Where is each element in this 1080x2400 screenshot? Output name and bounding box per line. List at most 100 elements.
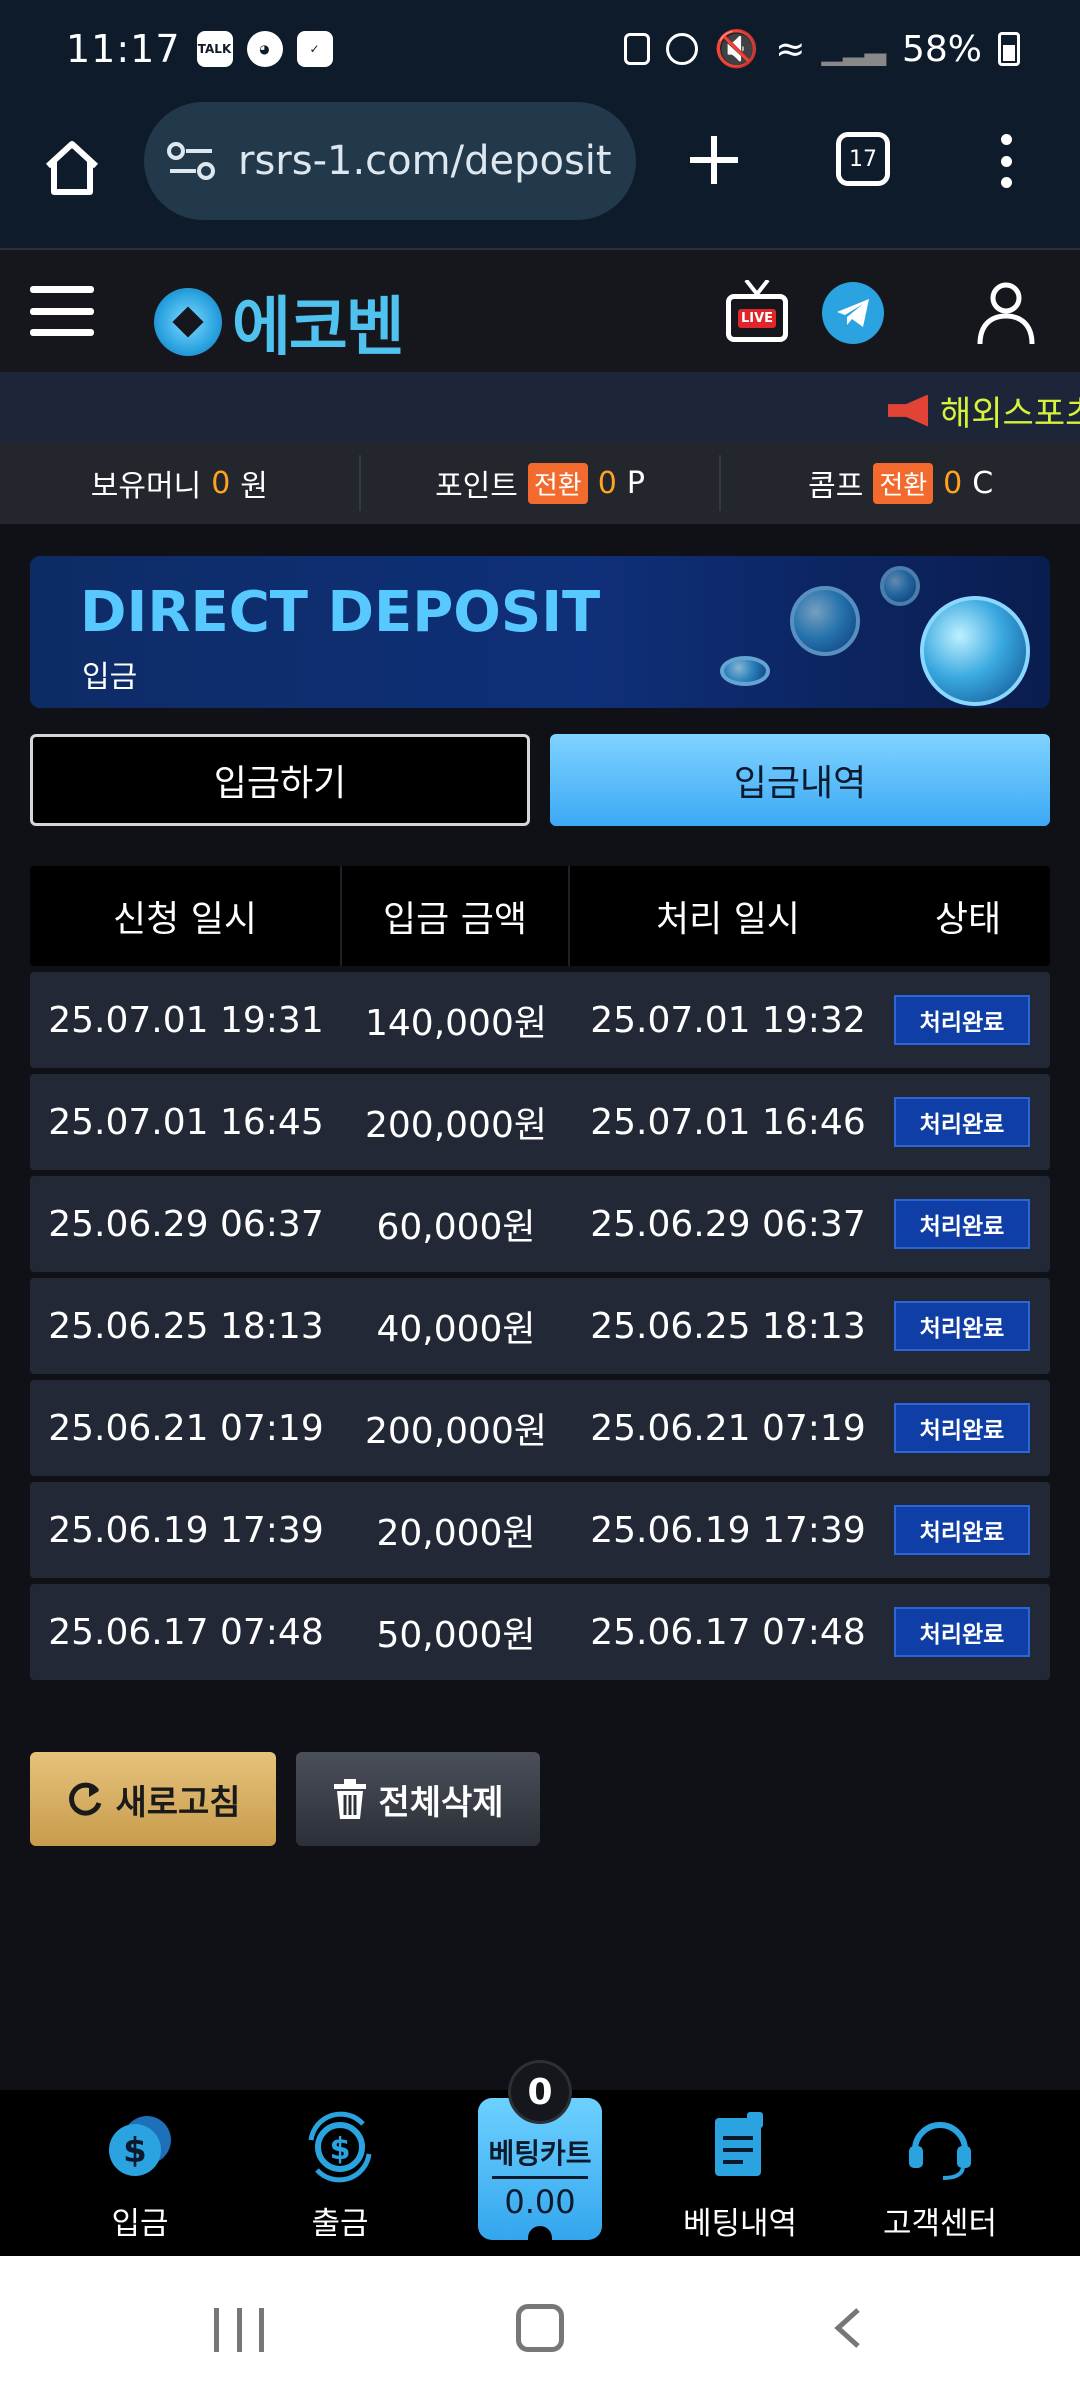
nav-withdraw[interactable]: $ 출금 bbox=[260, 2110, 420, 2250]
point-value: 0 bbox=[597, 465, 617, 501]
deposit-amount: 20,000원 bbox=[376, 1513, 536, 1554]
money-label: 보유머니 bbox=[90, 469, 202, 504]
telegram-icon[interactable] bbox=[822, 282, 884, 344]
comp-label: 콤프 bbox=[808, 469, 864, 504]
status-badge: 처리완료 bbox=[894, 1403, 1030, 1453]
site-logo[interactable]: 에코벤 bbox=[154, 276, 405, 368]
site-settings-icon[interactable] bbox=[166, 141, 218, 181]
live-badge: LIVE bbox=[737, 308, 777, 328]
home-icon[interactable] bbox=[40, 136, 104, 200]
alarm-icon bbox=[666, 33, 699, 65]
deposit-amount: 50,000원 bbox=[376, 1615, 536, 1656]
coin-image bbox=[880, 566, 920, 606]
menu-icon[interactable] bbox=[30, 286, 94, 336]
ticker-text: 해외스포츠 bbox=[940, 394, 1080, 434]
battery-saver-icon bbox=[624, 33, 651, 65]
tab-switcher-button[interactable]: 17 bbox=[836, 132, 890, 186]
banner-subtitle: 입금 bbox=[82, 660, 138, 695]
mute-icon: 🔇 bbox=[714, 29, 760, 70]
table-row: 25.06.19 17:39 20,000원 25.06.19 17:39 처리… bbox=[30, 1482, 1050, 1578]
notice-ticker[interactable]: 해외스포츠 bbox=[0, 372, 1080, 442]
coin-image bbox=[790, 586, 860, 656]
system-icons: 🔇 ≈ ▁▂▃ 58% bbox=[624, 28, 1020, 70]
more-menu-icon[interactable] bbox=[996, 134, 1016, 188]
delete-all-label: 전체삭제 bbox=[378, 1782, 504, 1823]
coin-image bbox=[920, 596, 1030, 706]
user-icon[interactable] bbox=[976, 280, 1036, 346]
column-requested: 신청 일시 bbox=[30, 866, 342, 966]
check-icon: ✓ bbox=[296, 31, 333, 67]
nav-support[interactable]: 고객센터 bbox=[860, 2110, 1020, 2250]
talk-icon: TALK bbox=[196, 31, 233, 67]
system-nav-bar bbox=[0, 2256, 1080, 2400]
table-row: 25.06.29 06:37 60,000원 25.06.29 06:37 처리… bbox=[30, 1176, 1050, 1272]
deposit-amount: 140,000원 bbox=[365, 1003, 547, 1044]
column-status: 상태 bbox=[934, 899, 1002, 940]
refresh-button[interactable]: 새로고침 bbox=[30, 1752, 276, 1846]
processed-time: 25.06.19 17:39 bbox=[590, 1509, 866, 1551]
status-badge: 처리완료 bbox=[894, 1301, 1030, 1351]
comp-convert-button[interactable]: 전환 bbox=[873, 462, 934, 504]
money-value: 0 bbox=[211, 465, 231, 501]
point-unit: P bbox=[626, 465, 645, 501]
status-time: 11:17 bbox=[66, 27, 181, 71]
nav-withdraw-label: 출금 bbox=[311, 2206, 369, 2242]
svg-text:$: $ bbox=[123, 2131, 147, 2171]
browser-toolbar: rsrs-1.com/deposit 17 bbox=[0, 98, 1080, 248]
noodle-icon: ◕ bbox=[246, 31, 283, 67]
processed-time: 25.06.21 07:19 bbox=[590, 1407, 866, 1449]
requested-time: 25.06.29 06:37 bbox=[48, 1203, 324, 1245]
tab-deposit[interactable]: 입금하기 bbox=[30, 734, 530, 826]
requested-time: 25.06.21 07:19 bbox=[48, 1407, 324, 1449]
comp-unit: C bbox=[972, 465, 994, 501]
nav-deposit[interactable]: $ 입금 bbox=[60, 2110, 220, 2250]
column-amount: 입금 금액 bbox=[342, 866, 570, 966]
processed-time: 25.06.25 18:13 bbox=[590, 1305, 866, 1347]
refresh-icon bbox=[69, 1782, 102, 1816]
bet-cart-divider bbox=[492, 2175, 588, 2179]
battery-percent: 58% bbox=[901, 28, 982, 70]
table-row: 25.06.17 07:48 50,000원 25.06.17 07:48 처리… bbox=[30, 1584, 1050, 1680]
recent-apps-icon[interactable] bbox=[214, 2308, 264, 2352]
bet-cart-notch bbox=[528, 2226, 552, 2244]
deposit-amount: 200,000원 bbox=[365, 1105, 547, 1146]
address-bar[interactable]: rsrs-1.com/deposit bbox=[144, 102, 636, 220]
nav-bet-history[interactable]: 베팅내역 bbox=[660, 2110, 820, 2250]
deposit-coin-icon: $ bbox=[109, 2116, 171, 2176]
new-tab-icon[interactable] bbox=[686, 132, 742, 188]
tab-deposit-history[interactable]: 입금내역 bbox=[550, 734, 1050, 826]
requested-time: 25.06.17 07:48 bbox=[48, 1611, 324, 1653]
bet-history-icon bbox=[715, 2112, 763, 2176]
nav-support-label: 고객센터 bbox=[882, 2206, 998, 2242]
coin-image bbox=[720, 656, 770, 686]
status-badge: 처리완료 bbox=[894, 1607, 1030, 1657]
logo-mark-icon bbox=[154, 288, 222, 356]
delete-all-button[interactable]: 전체삭제 bbox=[296, 1752, 540, 1846]
bet-cart-amount: 0.00 bbox=[504, 2182, 576, 2221]
deposit-history-table: 신청 일시 입금 금액 처리 일시 상태 25.07.01 19:31 140,… bbox=[30, 866, 1050, 1686]
deposit-banner: DIRECT DEPOSIT 입금 bbox=[30, 556, 1050, 708]
processed-time: 25.06.29 06:37 bbox=[590, 1203, 866, 1245]
deposit-amount: 60,000원 bbox=[376, 1207, 536, 1248]
nav-deposit-label: 입금 bbox=[111, 2206, 169, 2242]
system-home-icon[interactable] bbox=[516, 2304, 564, 2352]
processed-time: 25.06.17 07:48 bbox=[590, 1611, 866, 1653]
point-convert-button[interactable]: 전환 bbox=[527, 462, 588, 504]
tab-count: 17 bbox=[849, 146, 877, 172]
bet-cart-label: 베팅카트 bbox=[488, 2136, 592, 2170]
point-label: 포인트 bbox=[435, 469, 518, 504]
status-badge: 처리완료 bbox=[894, 995, 1030, 1045]
notification-icons: TALK ◕ ✓ bbox=[196, 31, 333, 67]
table-row: 25.07.01 19:31 140,000원 25.07.01 19:32 처… bbox=[30, 972, 1050, 1068]
status-badge: 처리완료 bbox=[894, 1199, 1030, 1249]
site-header: 에코벤 LIVE bbox=[0, 248, 1080, 372]
table-row: 25.06.25 18:13 40,000원 25.06.25 18:13 처리… bbox=[30, 1278, 1050, 1374]
requested-time: 25.07.01 16:45 bbox=[48, 1101, 324, 1143]
requested-time: 25.06.25 18:13 bbox=[48, 1305, 324, 1347]
money-unit: 원 bbox=[240, 469, 268, 504]
back-icon[interactable] bbox=[832, 2306, 864, 2350]
status-bar: 11:17 TALK ◕ ✓ 🔇 ≈ ▁▂▃ 58% bbox=[0, 0, 1080, 98]
nav-bet-history-label: 베팅내역 bbox=[682, 2206, 798, 2242]
requested-time: 25.07.01 19:31 bbox=[48, 999, 324, 1041]
live-tv-icon[interactable]: LIVE bbox=[726, 280, 788, 344]
